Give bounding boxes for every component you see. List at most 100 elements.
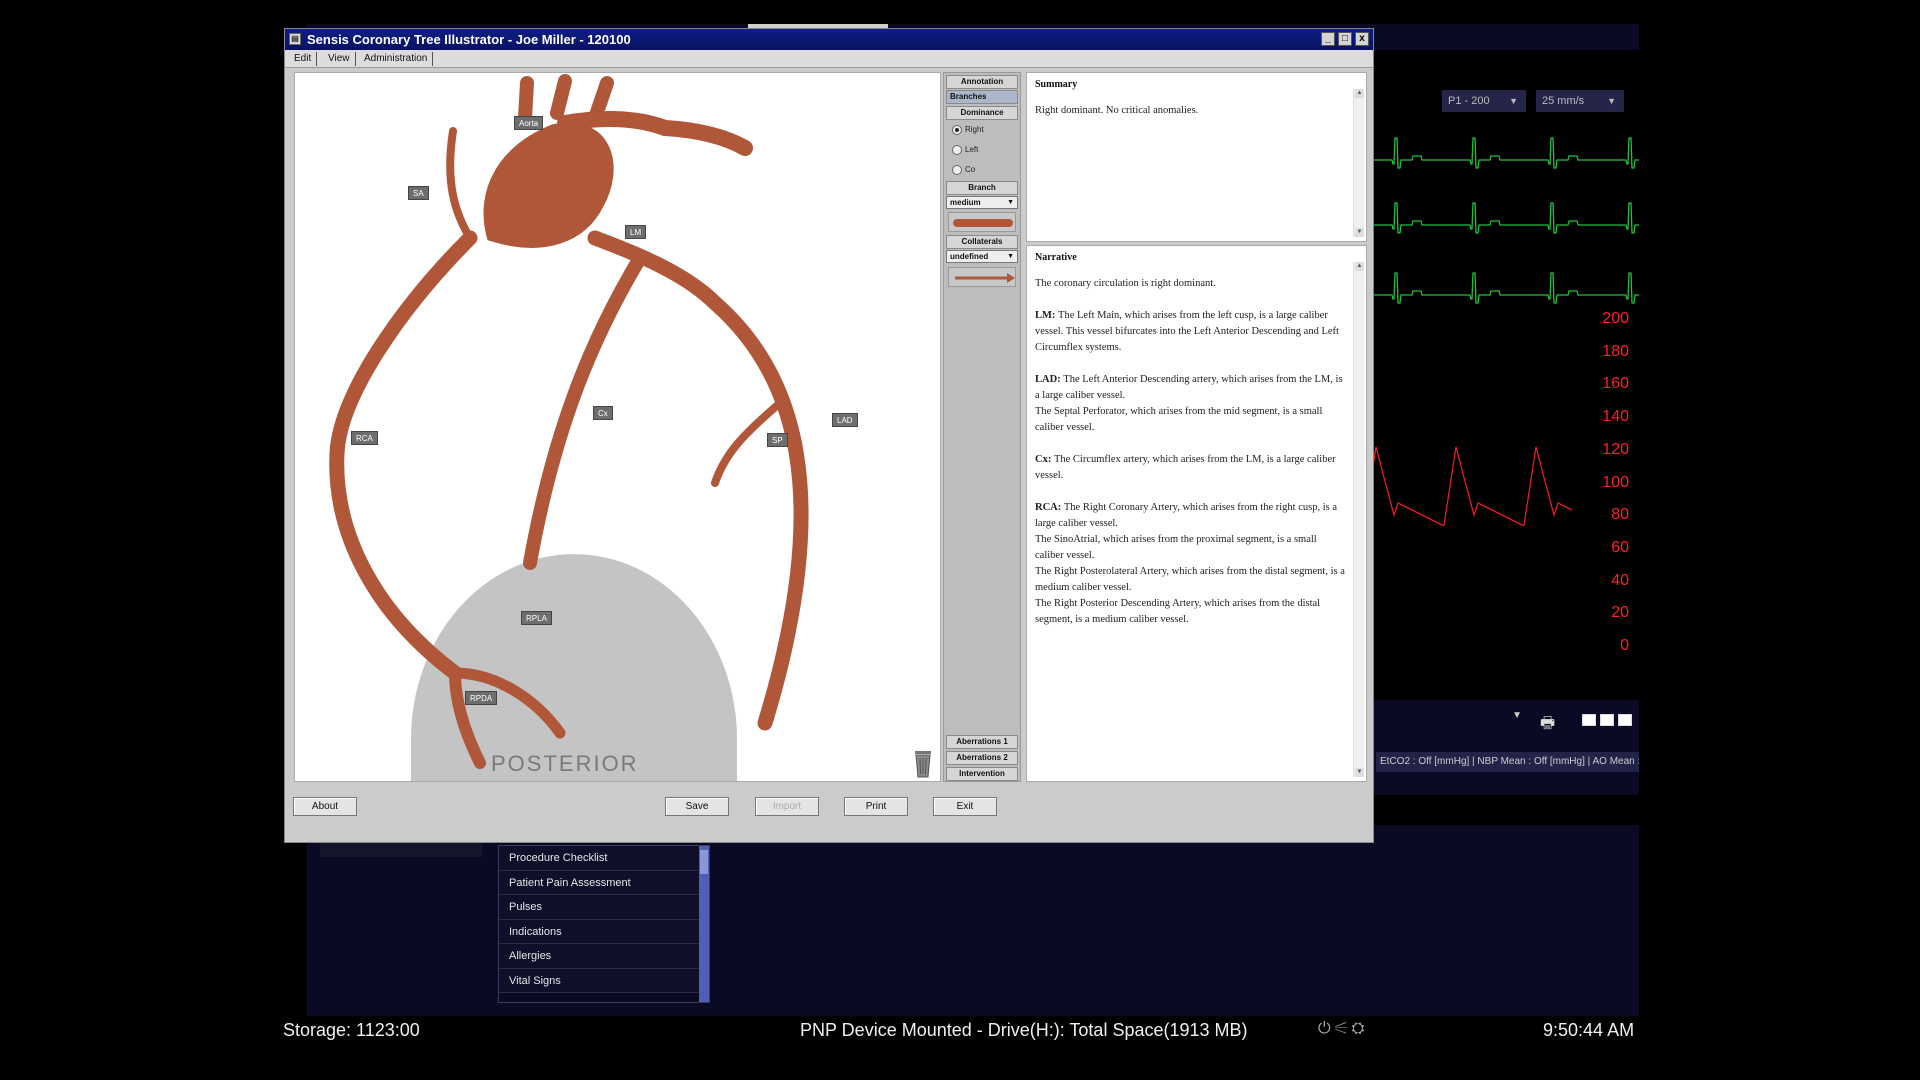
scroll-down-icon[interactable]: ▼ bbox=[1355, 228, 1364, 237]
label-rca[interactable]: RCA bbox=[351, 431, 378, 445]
layout-icon-1[interactable] bbox=[1582, 714, 1596, 726]
narrative-text[interactable]: The coronary circulation is right domina… bbox=[1035, 276, 1345, 644]
aortic-branches bbox=[518, 74, 614, 125]
pressure-scale-label: 180 bbox=[1602, 342, 1629, 360]
save-button[interactable]: Save bbox=[665, 797, 729, 816]
window-title-bar[interactable]: ▤ Sensis Coronary Tree Illustrator - Joe… bbox=[285, 29, 1373, 50]
narrative-line: The coronary circulation is right domina… bbox=[1035, 278, 1216, 289]
narrative-line: LM: The Left Main, which arises from the… bbox=[1035, 310, 1339, 353]
pressure-scale-label: 40 bbox=[1611, 571, 1629, 589]
radio-icon bbox=[952, 144, 962, 155]
network-icon[interactable]: ⚟ bbox=[1335, 1020, 1352, 1037]
procedure-list-item[interactable]: Vital Signs bbox=[499, 968, 709, 993]
cx-vessel[interactable] bbox=[523, 251, 647, 570]
posterior-label: POSTERIOR bbox=[491, 751, 639, 776]
device-status: PNP Device Mounted - Drive(H:): Total Sp… bbox=[800, 1020, 1248, 1040]
layout-icon-2[interactable] bbox=[1600, 714, 1614, 726]
chevron-down-icon: ▼ bbox=[1512, 710, 1522, 721]
rca-vessel[interactable] bbox=[329, 230, 478, 681]
procedure-list-item[interactable]: Procedure Checklist bbox=[499, 846, 709, 871]
sa-vessel[interactable] bbox=[446, 127, 474, 242]
screen: P1 - 200 ▼ 25 mm/s ▼ 200 180 160 140 120 100 80 6… bbox=[0, 0, 1920, 1080]
label-sp[interactable]: SP bbox=[767, 433, 788, 447]
status-bar: Storage: 1123:00 PNP Device Mounted - Dr… bbox=[0, 1016, 1920, 1044]
trash-icon[interactable] bbox=[914, 748, 932, 778]
import-button[interactable]: Import bbox=[755, 797, 819, 816]
minimize-button[interactable]: _ bbox=[1321, 32, 1335, 46]
arrow-right-icon bbox=[955, 273, 1015, 283]
pressure-scale-label: 140 bbox=[1602, 408, 1629, 426]
background-bottom-dropdown[interactable]: ▼ bbox=[1378, 708, 1528, 730]
storage-status: Storage: 1123:00 bbox=[283, 1020, 420, 1040]
menu-administration[interactable]: Administration bbox=[359, 52, 434, 66]
pressure-waveform-area: 200 180 160 140 120 100 80 60 40 20 0 bbox=[1372, 300, 1639, 670]
scroll-up-icon[interactable]: ▲ bbox=[1355, 262, 1364, 271]
narrative-line: The Right Posterior Descending Artery, w… bbox=[1035, 598, 1321, 625]
dominance-right-label: Right bbox=[965, 125, 984, 134]
dominance-right-radio[interactable]: Right bbox=[952, 123, 984, 137]
menu-edit[interactable]: Edit bbox=[289, 52, 318, 66]
branches-tab[interactable]: Branches bbox=[946, 90, 1018, 104]
summary-scrollbar[interactable]: ▲ ▼ bbox=[1353, 89, 1364, 237]
collaterals-value: undefined bbox=[950, 252, 989, 261]
label-cx[interactable]: Cx bbox=[593, 406, 613, 420]
intervention-tab[interactable]: Intervention bbox=[946, 767, 1018, 781]
layout-icon-3[interactable] bbox=[1618, 714, 1632, 726]
close-button[interactable]: x bbox=[1355, 32, 1369, 46]
label-aorta[interactable]: Aorta bbox=[514, 116, 544, 130]
pressure-scale-label: 200 bbox=[1602, 310, 1629, 327]
exit-button[interactable]: Exit bbox=[933, 797, 997, 816]
system-tray-icons: ⏻⚟⛭ bbox=[1318, 1020, 1368, 1038]
sweep-speed-value: 25 mm/s bbox=[1542, 95, 1585, 107]
pressure-channel-dropdown[interactable]: P1 - 200 ▼ bbox=[1442, 90, 1526, 112]
dominance-co-radio[interactable]: Co bbox=[952, 163, 975, 177]
narrative-block: LAD: The Left Anterior Descending artery… bbox=[1035, 372, 1345, 436]
branch-size-select[interactable]: medium ▼ bbox=[946, 196, 1018, 209]
label-rpda[interactable]: RPDA bbox=[465, 691, 498, 705]
sweep-speed-dropdown[interactable]: 25 mm/s ▼ bbox=[1536, 90, 1624, 112]
pressure-scale-label: 160 bbox=[1602, 375, 1629, 393]
annotation-header[interactable]: Annotation bbox=[946, 75, 1018, 89]
label-rpla[interactable]: RPLA bbox=[521, 611, 552, 625]
procedure-list: Procedure Checklist Patient Pain Assessme… bbox=[498, 845, 710, 1003]
coronary-tree-illustrator-window: ▤ Sensis Coronary Tree Illustrator - Joe… bbox=[284, 28, 1374, 843]
print-button[interactable]: Print bbox=[844, 797, 908, 816]
summary-text[interactable]: Right dominant. No critical anomalies. bbox=[1035, 103, 1345, 119]
label-sa[interactable]: SA bbox=[408, 186, 429, 200]
procedure-list-item[interactable]: Patient Pain Assessment bbox=[499, 870, 709, 895]
usb-icon[interactable]: ⛭ bbox=[1351, 1020, 1368, 1037]
label-lad[interactable]: LAD bbox=[832, 413, 858, 427]
chevron-down-icon: ▼ bbox=[1607, 96, 1616, 106]
ecg-trace-2 bbox=[1372, 202, 1639, 234]
dominance-header: Dominance bbox=[946, 106, 1018, 120]
about-button[interactable]: About bbox=[293, 797, 357, 816]
coronary-tree-canvas[interactable]: Aorta SA LM RCA Cx LAD SP RPLA RPDA POST… bbox=[294, 72, 941, 782]
narrative-line: The Right Posterolateral Artery, which a… bbox=[1035, 566, 1345, 593]
narrative-block: LM: The Left Main, which arises from the… bbox=[1035, 308, 1345, 356]
pressure-scale-label: 20 bbox=[1611, 604, 1629, 622]
collateral-tool-swatch[interactable] bbox=[948, 267, 1016, 287]
collaterals-select[interactable]: undefined ▼ bbox=[946, 250, 1018, 263]
narrative-scrollbar[interactable]: ▲ ▼ bbox=[1353, 262, 1364, 777]
maximize-button[interactable]: □ bbox=[1338, 32, 1352, 46]
app-icon: ▤ bbox=[289, 33, 301, 45]
procedure-list-scrollbar[interactable] bbox=[699, 846, 709, 1002]
vessel-segment-icon bbox=[953, 219, 1013, 227]
procedure-list-item[interactable]: Pulses bbox=[499, 895, 709, 920]
branch-header: Branch bbox=[946, 181, 1018, 195]
printer-icon[interactable]: 🖶 bbox=[1540, 712, 1555, 739]
menu-view[interactable]: View bbox=[323, 52, 356, 66]
dominance-left-radio[interactable]: Left bbox=[952, 143, 978, 157]
procedure-list-item[interactable]: Indications bbox=[499, 919, 709, 944]
branch-tool-swatch[interactable] bbox=[948, 212, 1016, 232]
label-lm[interactable]: LM bbox=[625, 225, 647, 239]
aberrations-2-tab[interactable]: Aberrations 2 bbox=[946, 751, 1018, 765]
scroll-up-icon[interactable]: ▲ bbox=[1355, 89, 1364, 98]
procedure-list-item[interactable]: Allergies bbox=[499, 944, 709, 969]
aberrations-1-tab[interactable]: Aberrations 1 bbox=[946, 735, 1018, 749]
pressure-scale-label: 60 bbox=[1611, 538, 1629, 556]
scrollbar-thumb[interactable] bbox=[700, 850, 708, 874]
scroll-down-icon[interactable]: ▼ bbox=[1355, 768, 1364, 777]
pressure-channel-value: P1 - 200 bbox=[1448, 95, 1490, 107]
power-icon[interactable]: ⏻ bbox=[1318, 1020, 1335, 1037]
